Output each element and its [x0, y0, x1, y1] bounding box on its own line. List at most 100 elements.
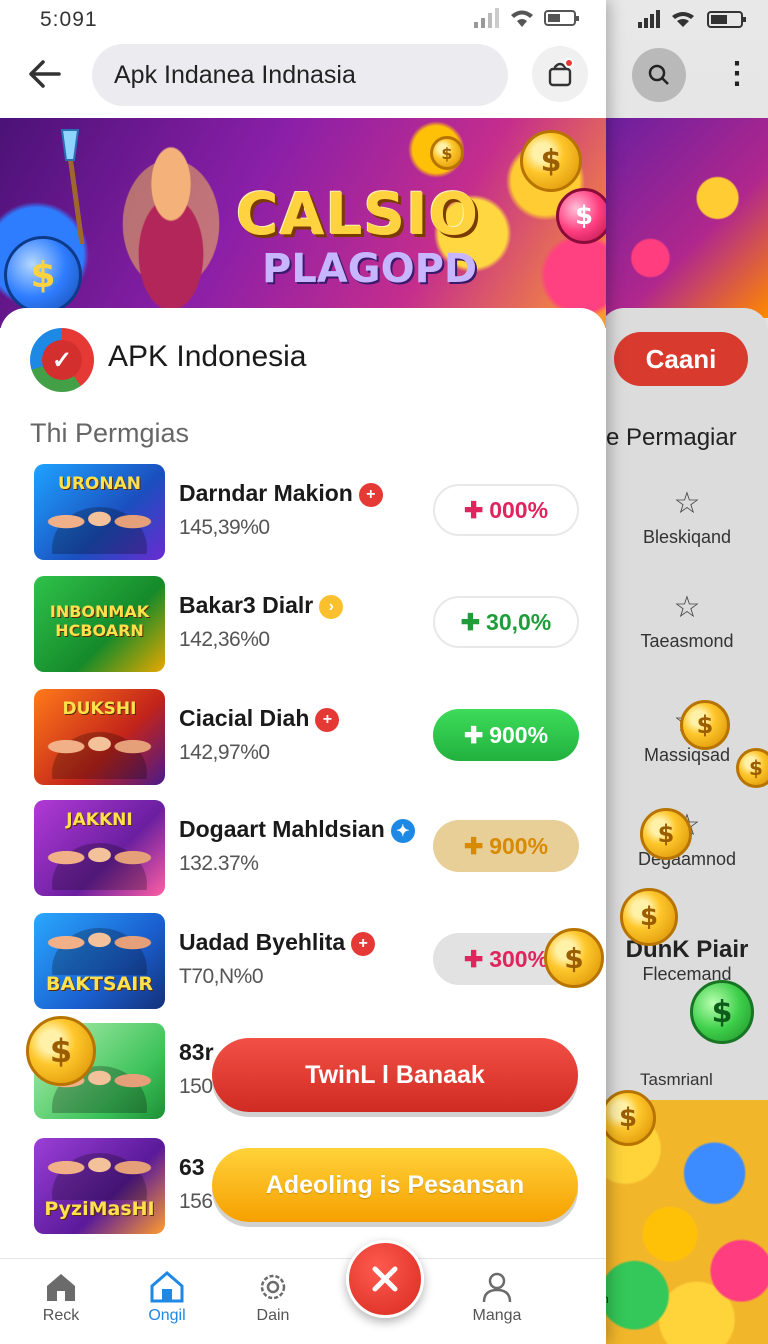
coin-icon: $	[556, 188, 606, 244]
background-dunk-sub: Flecemand	[642, 964, 732, 984]
background-dunk-title: DunK Piair Flecemand	[612, 936, 762, 985]
coin-icon: $	[680, 700, 730, 750]
primary-action-button[interactable]: TwinL l Banaak	[212, 1038, 578, 1112]
nav-item-reck[interactable]: Reck	[16, 1267, 106, 1325]
back-arrow-icon	[29, 60, 61, 88]
thumbnail-title: INBONMAK HCBOARN	[49, 602, 150, 640]
coin-icon: $	[620, 888, 678, 946]
app-thumbnail: JAKKNI	[34, 800, 165, 896]
top-header: Apk Indanea Indnasia	[0, 40, 606, 118]
settings-icon	[228, 1267, 318, 1307]
app-thumbnail: BAKTSAIR	[34, 913, 165, 1009]
close-icon	[372, 1266, 398, 1292]
thumbnail-title: BAKTSAIR	[46, 973, 153, 995]
nav-item-dain[interactable]: Dain	[228, 1267, 318, 1325]
back-button[interactable]	[22, 52, 66, 96]
app-list-item[interactable]: INBONMAK HCBOARN Bakar3 Dialr › 142,36%0 …	[34, 576, 594, 672]
more-icon[interactable]: ⋮	[722, 56, 752, 91]
coin-icon: $	[430, 136, 464, 170]
app-list-item[interactable]: JAKKNI Dogaart Mahldsian ✦ 132.37% ✚ 900%	[34, 800, 594, 896]
app-title: Darndar Makion +	[179, 480, 383, 507]
background-tail-label: Tasmrianl	[640, 1070, 713, 1089]
app-list-item[interactable]: URONAN Darndar Makion + 145,39%0 ✚ 000%	[34, 464, 594, 560]
plus-badge-icon: +	[351, 931, 376, 956]
app-title-text: Ciacial Diah	[179, 705, 310, 731]
app-title-text: Darndar Makion	[179, 480, 353, 506]
search-icon	[648, 64, 669, 85]
star-icon: ☆	[673, 487, 701, 520]
thumbnail-art	[44, 725, 155, 779]
banner-title: CALSIO	[236, 180, 480, 248]
notification-dot	[564, 58, 574, 68]
app-title-text: Bakar3 Dialr	[179, 592, 314, 618]
spear-icon	[60, 129, 85, 245]
clover-icon: ✚	[460, 608, 481, 635]
app-thumbnail: DUKSHI	[34, 689, 165, 785]
background-list-item[interactable]: ☆ Taeasmond	[612, 590, 762, 652]
clover-icon: ✚	[463, 945, 484, 972]
nav-item-manga[interactable]: Manga	[452, 1267, 542, 1325]
signal-icon	[474, 8, 499, 28]
content-sheet: ✓ APK Indonesia Thi Permgias URONAN Darn…	[0, 308, 606, 1258]
app-subtitle: 156	[179, 1190, 213, 1213]
background-pill-button[interactable]: Caani	[614, 332, 748, 386]
thumbnail-title: DUKSHI	[62, 699, 137, 719]
percent-label: 900%	[489, 832, 549, 859]
nav-label: Dain	[256, 1307, 290, 1324]
app-title: Dogaart Mahldsian ✦	[179, 816, 415, 843]
app-title-text: 83r	[179, 1039, 214, 1065]
star-icon: ☆	[673, 591, 701, 624]
app-subtitle: 142,97%0	[179, 741, 270, 764]
app-title-text: Uadad Byehlita	[179, 929, 346, 955]
percent-button[interactable]: ✚ 900%	[433, 709, 579, 761]
app-subtitle: 150	[179, 1075, 213, 1098]
brand-logo: ✓	[30, 328, 94, 392]
status-bar: 5:091	[0, 0, 606, 40]
background-banner	[600, 118, 768, 318]
app-list-item[interactable]: DUKSHI Ciacial Diah + 142,97%0 ✚ 900%	[34, 689, 594, 785]
background-list-item[interactable]: ☆ Bleskiqand	[612, 486, 762, 548]
coin-icon: $	[544, 928, 604, 988]
promo-banner[interactable]: $ $ $ $ CALSIO PLAGOPD	[0, 118, 606, 328]
app-subtitle: T70,N%0	[179, 965, 264, 988]
background-search-button[interactable]	[632, 48, 686, 102]
thumbnail-title: JAKKNI	[66, 810, 133, 830]
nav-item-ongil[interactable]: Ongil	[122, 1267, 212, 1325]
app-title: Bakar3 Dialr ›	[179, 592, 344, 619]
percent-button[interactable]: ✚ 900%	[433, 820, 579, 872]
app-thumbnail: INBONMAK HCBOARN	[34, 576, 165, 672]
thumbnail-title: PyziMasHI	[44, 1198, 155, 1220]
app-title-text: Dogaart Mahldsian	[179, 816, 385, 842]
close-fab-button[interactable]	[346, 1240, 424, 1318]
coin-icon: $	[690, 980, 754, 1044]
app-title: 83r	[179, 1039, 214, 1066]
percent-label: 900%	[489, 721, 549, 748]
banner-hero-illustration	[96, 124, 246, 324]
secondary-action-button[interactable]: Adeoling is Pesansan	[212, 1148, 578, 1222]
percent-label: 000%	[489, 496, 549, 523]
nav-label: Manga	[472, 1307, 522, 1324]
coin-icon: $	[520, 130, 582, 192]
thumbnail-art	[44, 1146, 155, 1200]
clover-icon: ✚	[463, 496, 484, 523]
cart-button[interactable]	[532, 46, 588, 102]
app-subtitle: 132.37%	[179, 852, 259, 875]
app-title-text: 63	[179, 1154, 205, 1180]
banner-subtitle: PLAGOPD	[262, 246, 478, 292]
thumbnail-art	[44, 921, 155, 975]
app-title: Ciacial Diah +	[179, 705, 340, 732]
plus-badge-icon: +	[315, 707, 340, 732]
home-active-icon	[122, 1267, 212, 1307]
search-input[interactable]: Apk Indanea Indnasia	[92, 44, 508, 106]
app-title: 63	[179, 1154, 205, 1181]
percent-button[interactable]: ✚ 30,0%	[433, 596, 579, 648]
thumbnail-title: URONAN	[58, 474, 141, 494]
checkmark-icon: ✓	[42, 340, 82, 380]
coin-icon: $	[640, 808, 692, 860]
coin-icon: $	[26, 1016, 96, 1086]
percent-button[interactable]: ✚ 000%	[433, 484, 579, 536]
app-list-item[interactable]: BAKTSAIR Uadad Byehlita + T70,N%0 ✚ 300%	[34, 913, 594, 1009]
coin-icon: $	[736, 748, 768, 788]
background-item-label: Bleskiqand	[642, 527, 732, 547]
percent-label: 30,0%	[486, 608, 552, 635]
